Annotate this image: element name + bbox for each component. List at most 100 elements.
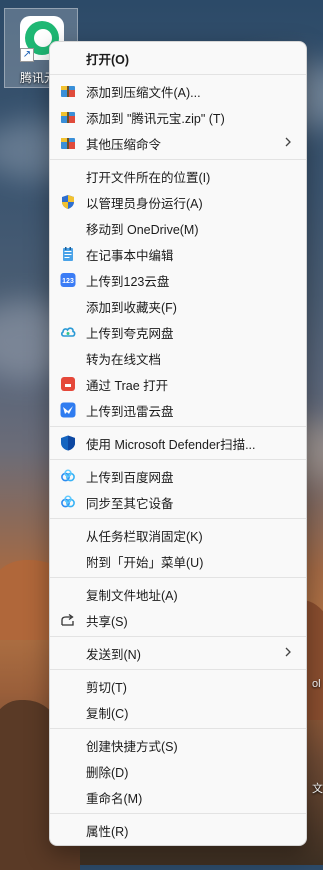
menu-item-label: 打开(O) bbox=[86, 52, 130, 67]
menu-separator bbox=[50, 636, 306, 637]
menu-item-label: 从任务栏取消固定(K) bbox=[86, 529, 203, 544]
menu-icon-placeholder bbox=[60, 737, 76, 753]
menu-item-label: 上传到123云盘 bbox=[86, 274, 170, 289]
menu-icon-placeholder bbox=[60, 645, 76, 661]
chevron-right-icon bbox=[282, 646, 294, 658]
notepad-icon bbox=[60, 246, 76, 262]
shortcut-arrow-icon: ↗ bbox=[20, 48, 34, 62]
menu-item[interactable]: 共享(S) bbox=[54, 607, 302, 633]
menu-item[interactable]: 在记事本中编辑 bbox=[54, 241, 302, 267]
trae-icon bbox=[60, 376, 76, 392]
menu-item[interactable]: 复制(C) bbox=[54, 699, 302, 725]
menu-item-label: 删除(D) bbox=[86, 765, 129, 780]
menu-item[interactable]: 创建快捷方式(S) bbox=[54, 732, 302, 758]
menu-item[interactable]: 移动到 OneDrive(M) bbox=[54, 215, 302, 241]
menu-item[interactable]: 上传到迅雷云盘 bbox=[54, 397, 302, 423]
menu-separator bbox=[50, 577, 306, 578]
menu-item[interactable]: 从任务栏取消固定(K) bbox=[54, 522, 302, 548]
menu-item-label: 共享(S) bbox=[86, 614, 128, 629]
menu-icon-placeholder bbox=[60, 822, 76, 838]
defender-icon bbox=[60, 435, 76, 451]
menu-icon-placeholder bbox=[60, 350, 76, 366]
menu-icon-placeholder bbox=[60, 298, 76, 314]
menu-item-label: 附到「开始」菜单(U) bbox=[86, 555, 204, 570]
menu-separator bbox=[50, 518, 306, 519]
menu-item-label: 以管理员身份运行(A) bbox=[86, 196, 203, 211]
baidu-icon bbox=[60, 468, 76, 484]
menu-item-label: 移动到 OneDrive(M) bbox=[86, 222, 199, 237]
menu-item-label: 在记事本中编辑 bbox=[86, 248, 174, 263]
menu-item[interactable]: 转为在线文档 bbox=[54, 345, 302, 371]
menu-item-label: 属性(R) bbox=[86, 824, 129, 839]
share-icon bbox=[60, 612, 76, 628]
menu-item[interactable]: 属性(R) bbox=[54, 817, 302, 843]
menu-item[interactable]: 删除(D) bbox=[54, 758, 302, 784]
menu-item[interactable]: 剪切(T) bbox=[54, 673, 302, 699]
baidu-icon bbox=[60, 494, 76, 510]
menu-item-label: 上传到夸克网盘 bbox=[86, 326, 174, 341]
menu-item[interactable]: 上传到夸克网盘 bbox=[54, 319, 302, 345]
chevron-right-icon bbox=[282, 136, 294, 148]
menu-item[interactable]: 添加到收藏夹(F) bbox=[54, 293, 302, 319]
menu-item-label: 添加到收藏夹(F) bbox=[86, 300, 177, 315]
menu-separator bbox=[50, 728, 306, 729]
menu-icon-placeholder bbox=[60, 527, 76, 543]
menu-item-label: 复制(C) bbox=[86, 706, 129, 721]
desktop-edge-text-top: ol bbox=[312, 678, 321, 690]
menu-item-label: 打开文件所在的位置(I) bbox=[86, 170, 211, 185]
cloud-123-icon: 123 bbox=[60, 272, 76, 288]
menu-item[interactable]: 上传到百度网盘 bbox=[54, 463, 302, 489]
menu-item-label: 通过 Trae 打开 bbox=[86, 378, 169, 393]
menu-item-label: 同步至其它设备 bbox=[86, 496, 174, 511]
menu-item[interactable]: 打开(O) bbox=[54, 45, 302, 71]
menu-item[interactable]: 其他压缩命令 bbox=[54, 130, 302, 156]
menu-item-label: 重命名(M) bbox=[86, 791, 143, 806]
archive-icon bbox=[60, 83, 76, 99]
menu-item[interactable]: 打开文件所在的位置(I) bbox=[54, 163, 302, 189]
menu-item-label: 转为在线文档 bbox=[86, 352, 162, 367]
menu-item[interactable]: 通过 Trae 打开 bbox=[54, 371, 302, 397]
menu-separator bbox=[50, 159, 306, 160]
context-menu: 打开(O) 添加到压缩文件(A)... 添加到 "腾讯元宝.zip" (T) 其他压缩… bbox=[49, 41, 307, 846]
menu-item-label: 上传到迅雷云盘 bbox=[86, 404, 174, 419]
menu-item-label: 其他压缩命令 bbox=[86, 137, 162, 152]
menu-item-label: 复制文件地址(A) bbox=[86, 588, 178, 603]
thunder-icon bbox=[60, 402, 76, 418]
menu-separator bbox=[50, 426, 306, 427]
menu-item[interactable]: 使用 Microsoft Defender扫描... bbox=[54, 430, 302, 456]
menu-icon-placeholder bbox=[60, 553, 76, 569]
menu-item-label: 添加到 "腾讯元宝.zip" (T) bbox=[86, 111, 225, 126]
menu-separator bbox=[50, 813, 306, 814]
menu-icon-placeholder bbox=[60, 789, 76, 805]
menu-item[interactable]: 以管理员身份运行(A) bbox=[54, 189, 302, 215]
archive-icon bbox=[60, 109, 76, 125]
menu-item[interactable]: 同步至其它设备 bbox=[54, 489, 302, 515]
menu-item[interactable]: 添加到压缩文件(A)... bbox=[54, 78, 302, 104]
menu-item[interactable]: 发送到(N) bbox=[54, 640, 302, 666]
menu-item[interactable]: 123 上传到123云盘 bbox=[54, 267, 302, 293]
menu-item[interactable]: 重命名(M) bbox=[54, 784, 302, 810]
menu-icon-placeholder bbox=[60, 763, 76, 779]
menu-icon-placeholder bbox=[60, 704, 76, 720]
menu-icon-placeholder bbox=[60, 586, 76, 602]
menu-item-label: 创建快捷方式(S) bbox=[86, 739, 178, 754]
menu-item-label: 上传到百度网盘 bbox=[86, 470, 174, 485]
shield-icon bbox=[60, 194, 76, 210]
menu-icon-placeholder bbox=[60, 678, 76, 694]
quark-icon bbox=[60, 324, 76, 340]
desktop-edge-text-bottom: 文 bbox=[312, 783, 323, 795]
menu-item-label: 剪切(T) bbox=[86, 680, 127, 695]
menu-item-label: 使用 Microsoft Defender扫描... bbox=[86, 437, 256, 452]
menu-item-label: 添加到压缩文件(A)... bbox=[86, 85, 201, 100]
menu-item[interactable]: 复制文件地址(A) bbox=[54, 581, 302, 607]
menu-separator bbox=[50, 669, 306, 670]
menu-item[interactable]: 附到「开始」菜单(U) bbox=[54, 548, 302, 574]
menu-separator bbox=[50, 74, 306, 75]
menu-icon-placeholder bbox=[60, 50, 76, 66]
svg-text:123: 123 bbox=[62, 278, 74, 285]
menu-item[interactable]: 添加到 "腾讯元宝.zip" (T) bbox=[54, 104, 302, 130]
menu-item-label: 发送到(N) bbox=[86, 647, 141, 662]
menu-separator bbox=[50, 459, 306, 460]
menu-icon-placeholder bbox=[60, 168, 76, 184]
menu-icon-placeholder bbox=[60, 220, 76, 236]
